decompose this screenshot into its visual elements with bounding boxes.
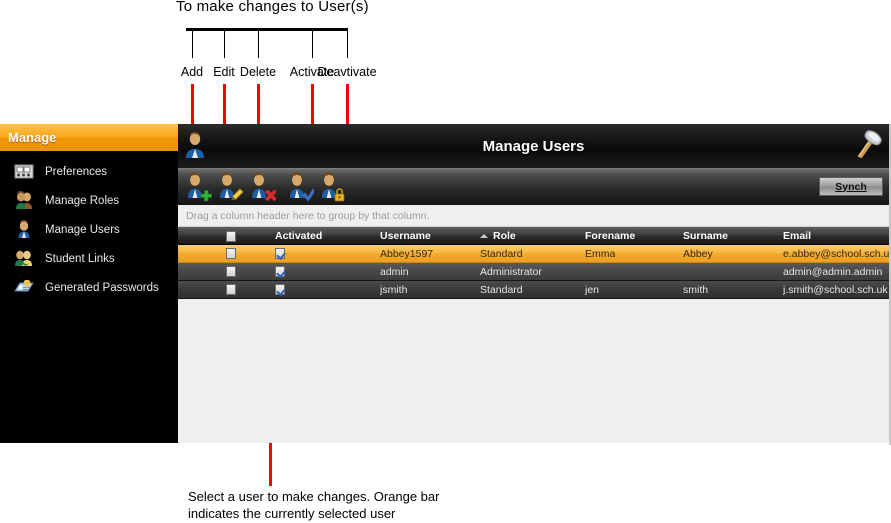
- synch-button[interactable]: Synch: [819, 177, 883, 196]
- caption-line-2: indicates the currently selected user: [188, 506, 396, 521]
- hammer-icon[interactable]: [853, 128, 883, 167]
- sidebar: Manage Preferences Manage Roles Manage Use…: [0, 124, 178, 443]
- annotation-title: To make changes to User(s): [176, 0, 369, 15]
- sidebar-item-label: Preferences: [45, 165, 108, 178]
- column-header-forename[interactable]: Forename: [585, 230, 635, 242]
- column-header-surname[interactable]: Surname: [683, 230, 728, 242]
- activated-checkbox[interactable]: [275, 284, 285, 295]
- annotation-bracket: [186, 28, 348, 31]
- grid-header-row: Activated Username Role Forename Surname Emai…: [178, 227, 889, 245]
- select-checkbox[interactable]: [226, 284, 236, 295]
- cell-email: j.smith@school.sch.uk: [783, 283, 888, 296]
- sidebar-header: Manage: [0, 124, 178, 151]
- page-title: Manage Users: [482, 137, 585, 155]
- user-edit-icon: [214, 172, 244, 206]
- table-row[interactable]: admin Administrator admin@admin.admin: [178, 263, 889, 281]
- password-card-icon: [9, 278, 39, 297]
- panel-toolbar: Synch: [178, 168, 889, 205]
- callout-label-deavtivate: Deavtivate: [317, 65, 377, 79]
- caption-line-1: Select a user to make changes. Orange ba…: [188, 489, 440, 504]
- edit-user-button[interactable]: [214, 172, 244, 202]
- main-panel: Manage Users Synch Drag a column header …: [178, 124, 891, 443]
- cell-surname: Abbey: [683, 247, 713, 260]
- sidebar-item-label: Manage Roles: [45, 194, 120, 207]
- deactivate-user-button[interactable]: [316, 172, 346, 202]
- table-row[interactable]: jsmith Standard jen smith j.smith@school.sch…: [178, 281, 889, 299]
- add-user-button[interactable]: [182, 172, 212, 202]
- users-group-icon: [9, 191, 39, 210]
- column-header-role[interactable]: Role: [480, 230, 516, 242]
- cell-username: jsmith: [380, 283, 408, 296]
- column-header-username[interactable]: Username: [380, 230, 431, 242]
- select-all-checkbox[interactable]: [226, 231, 236, 242]
- sidebar-item-manage-roles[interactable]: Manage Roles: [0, 186, 178, 215]
- preferences-icon: [9, 162, 39, 181]
- cell-forename: jen: [585, 283, 600, 296]
- column-header-email[interactable]: Email: [783, 230, 811, 242]
- annotation-bottom-caption: Select a user to make changes. Orange ba…: [188, 488, 608, 522]
- cell-role: Standard: [480, 283, 523, 296]
- user-icon: [184, 131, 206, 164]
- table-row[interactable]: Abbey1597 Standard Emma Abbey e.abbey@school…: [178, 245, 891, 263]
- cell-surname: smith: [683, 283, 709, 296]
- cell-username: admin: [380, 265, 409, 278]
- bracket-tick-deavtivate: [347, 28, 348, 58]
- bracket-tick-activate: [312, 28, 313, 58]
- sort-ascending-icon: [480, 233, 488, 238]
- user-activate-icon: [284, 172, 316, 206]
- user-delete-icon: [246, 172, 277, 206]
- activated-checkbox[interactable]: [275, 266, 285, 277]
- cell-role: Standard: [480, 247, 523, 260]
- user-deactivate-icon: [316, 172, 346, 206]
- sidebar-item-student-links[interactable]: Student Links: [0, 244, 178, 273]
- cell-username: Abbey1597: [380, 247, 434, 260]
- delete-user-button[interactable]: [246, 172, 277, 202]
- group-by-dropzone[interactable]: Drag a column header here to group by th…: [178, 205, 889, 227]
- sidebar-item-manage-users[interactable]: Manage Users: [0, 215, 178, 244]
- bracket-tick-edit: [224, 28, 225, 58]
- user-icon: [9, 220, 39, 239]
- cell-role: Administrator: [480, 265, 542, 278]
- user-add-icon: [182, 172, 212, 206]
- bracket-tick-add: [192, 28, 193, 58]
- activated-checkbox[interactable]: [275, 248, 285, 259]
- student-links-icon: [9, 249, 39, 268]
- panel-titlebar: Manage Users: [178, 124, 889, 168]
- cell-email: admin@admin.admin: [783, 265, 883, 278]
- sidebar-item-label: Student Links: [45, 252, 115, 265]
- sidebar-item-label: Generated Passwords: [45, 281, 159, 294]
- sidebar-item-generated-passwords[interactable]: Generated Passwords: [0, 273, 178, 302]
- select-checkbox[interactable]: [226, 248, 236, 259]
- sidebar-item-label: Manage Users: [45, 223, 120, 236]
- cell-email: e.abbey@school.sch.uk: [783, 247, 891, 260]
- cell-forename: Emma: [585, 247, 616, 260]
- column-header-label: Role: [493, 229, 516, 242]
- users-grid: Activated Username Role Forename Surname Emai…: [178, 227, 891, 443]
- select-checkbox[interactable]: [226, 266, 236, 277]
- activate-user-button[interactable]: [284, 172, 316, 202]
- sidebar-item-preferences[interactable]: Preferences: [0, 157, 178, 186]
- column-header-activated[interactable]: Activated: [275, 230, 322, 242]
- bracket-tick-delete: [258, 28, 259, 58]
